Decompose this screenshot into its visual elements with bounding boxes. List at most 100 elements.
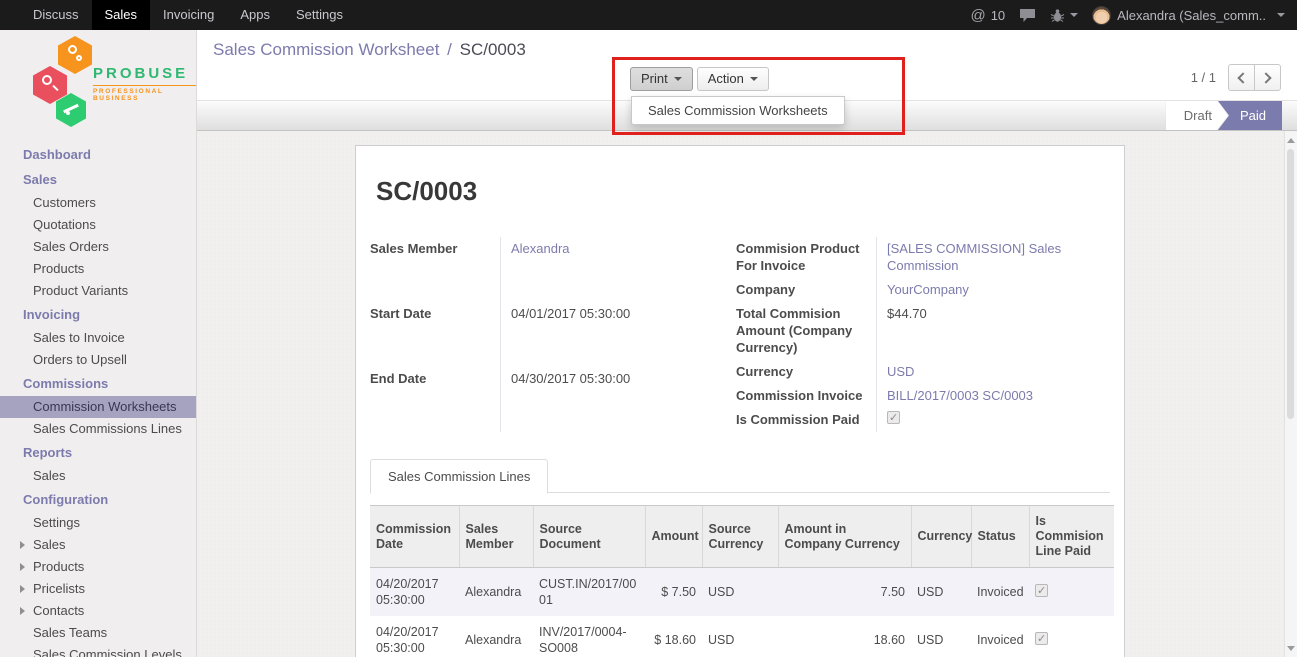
print-button[interactable]: Print bbox=[630, 67, 693, 91]
pager-previous-button[interactable] bbox=[1228, 64, 1255, 91]
sidebar-item-commission-worksheets[interactable]: Commission Worksheets bbox=[0, 396, 196, 418]
sidebar-section-reports[interactable]: Reports bbox=[0, 440, 196, 465]
nav-discuss[interactable]: Discuss bbox=[20, 0, 92, 30]
company-link[interactable]: YourCompany bbox=[876, 278, 1110, 302]
field-label: Sales Member bbox=[370, 237, 500, 302]
currency-link[interactable]: USD bbox=[876, 360, 1110, 384]
scroll-down-button[interactable] bbox=[1285, 641, 1297, 655]
sidebar-item-sales-commission-levels[interactable]: Sales Commission Levels bbox=[0, 644, 196, 657]
field-end-date: End Date 04/30/2017 05:30:00 bbox=[370, 367, 728, 432]
sidebar-item-product-variants[interactable]: Product Variants bbox=[0, 280, 196, 302]
cell-amount-company-currency: 7.50 bbox=[778, 568, 911, 617]
sidebar-item-config-pricelists[interactable]: Pricelists bbox=[0, 578, 196, 600]
user-menu[interactable]: Alexandra (Sales_comm.. bbox=[1092, 6, 1285, 25]
cell-sales-member: Alexandra bbox=[459, 616, 533, 657]
sidebar-item-label: Contacts bbox=[33, 603, 84, 618]
logo-title: PROBUSE bbox=[93, 65, 188, 82]
field-sales-member: Sales Member Alexandra bbox=[370, 237, 728, 302]
nav-apps[interactable]: Apps bbox=[227, 0, 283, 30]
scrollbar-thumb[interactable] bbox=[1287, 149, 1294, 419]
breadcrumb-parent-link[interactable]: Sales Commission Worksheet bbox=[213, 40, 439, 59]
field-start-date: Start Date 04/01/2017 05:30:00 bbox=[370, 302, 728, 367]
is-commission-paid-checkbox[interactable] bbox=[887, 411, 900, 424]
breadcrumb-separator: / bbox=[444, 40, 455, 59]
scrollbar[interactable] bbox=[1284, 131, 1297, 657]
sidebar-section-configuration[interactable]: Configuration bbox=[0, 487, 196, 512]
field-label: End Date bbox=[370, 367, 500, 432]
sidebar-item-config-contacts[interactable]: Contacts bbox=[0, 600, 196, 622]
bug-icon bbox=[1050, 8, 1065, 23]
field-label: Commission Invoice bbox=[736, 384, 876, 408]
total-commission-amount-value: $44.70 bbox=[876, 302, 1110, 360]
commission-product-link[interactable]: [SALES COMMISSION] Sales Commission bbox=[876, 237, 1110, 278]
expand-caret-icon bbox=[20, 607, 25, 615]
line-paid-checkbox[interactable] bbox=[1035, 584, 1048, 597]
sidebar-item-sales-orders[interactable]: Sales Orders bbox=[0, 236, 196, 258]
action-button-label: Action bbox=[708, 71, 744, 86]
sidebar-item-dashboard[interactable]: Dashboard bbox=[0, 142, 196, 167]
sidebar-section-sales[interactable]: Sales bbox=[0, 167, 196, 192]
sidebar-item-sales-commissions-lines[interactable]: Sales Commissions Lines bbox=[0, 418, 196, 440]
start-date-value: 04/01/2017 05:30:00 bbox=[500, 302, 728, 367]
col-is-commission-line-paid: Is Commision Line Paid bbox=[1029, 506, 1114, 568]
action-button[interactable]: Action bbox=[697, 67, 769, 91]
field-group-right: Commision Product For Invoice [SALES COM… bbox=[736, 237, 1110, 432]
print-button-label: Print bbox=[641, 71, 668, 86]
cell-source-document: INV/2017/0004-SO008 bbox=[533, 616, 645, 657]
probuse-logo: PROBUSE PROFESSIONAL BUSINESS bbox=[0, 30, 196, 128]
table-row[interactable]: 04/20/2017 05:30:00 Alexandra CUST.IN/20… bbox=[370, 568, 1114, 617]
field-area: Sales Member Alexandra Start Date 04/01/… bbox=[370, 237, 1110, 432]
field-label: Currency bbox=[736, 360, 876, 384]
field-label: Total Commision Amount (Company Currency… bbox=[736, 302, 876, 360]
field-label: Is Commission Paid bbox=[736, 408, 876, 432]
sidebar-item-orders-to-upsell[interactable]: Orders to Upsell bbox=[0, 349, 196, 371]
cell-commission-date: 04/20/2017 05:30:00 bbox=[370, 568, 459, 617]
messages-button[interactable] bbox=[1019, 8, 1036, 23]
end-date-value: 04/30/2017 05:30:00 bbox=[500, 367, 728, 432]
sidebar-item-label: Pricelists bbox=[33, 581, 85, 596]
tab-sales-commission-lines[interactable]: Sales Commission Lines bbox=[370, 459, 548, 494]
sidebar-item-quotations[interactable]: Quotations bbox=[0, 214, 196, 236]
user-avatar bbox=[1092, 6, 1111, 25]
sidebar-section-commissions[interactable]: Commissions bbox=[0, 371, 196, 396]
pager-next-button[interactable] bbox=[1254, 64, 1281, 91]
sidebar-item-config-sales[interactable]: Sales bbox=[0, 534, 196, 556]
cell-amount-company-currency: 18.60 bbox=[778, 616, 911, 657]
table-row[interactable]: 04/20/2017 05:30:00 Alexandra INV/2017/0… bbox=[370, 616, 1114, 657]
sidebar-item-config-products[interactable]: Products bbox=[0, 556, 196, 578]
commission-invoice-link[interactable]: BILL/2017/0003 SC/0003 bbox=[876, 384, 1110, 408]
debug-menu-button[interactable] bbox=[1050, 8, 1078, 23]
user-name: Alexandra (Sales_comm.. bbox=[1117, 8, 1266, 23]
pager: 1 / 1 bbox=[1191, 64, 1281, 91]
nav-sales[interactable]: Sales bbox=[92, 0, 151, 30]
col-source-currency: Source Currency bbox=[702, 506, 778, 568]
field-commission-product: Commision Product For Invoice [SALES COM… bbox=[736, 237, 1110, 278]
nav-settings[interactable]: Settings bbox=[283, 0, 356, 30]
pager-buttons bbox=[1228, 64, 1281, 91]
print-menu-item-worksheets[interactable]: Sales Commission Worksheets bbox=[632, 97, 844, 124]
sidebar-item-customers[interactable]: Customers bbox=[0, 192, 196, 214]
logo-subtitle: PROFESSIONAL BUSINESS bbox=[93, 85, 196, 102]
action-caret-icon bbox=[750, 77, 758, 81]
field-label: Company bbox=[736, 278, 876, 302]
sales-member-link[interactable]: Alexandra bbox=[500, 237, 728, 302]
mentions-counter[interactable]: @ 10 bbox=[970, 7, 1005, 24]
sidebar-section-invoicing[interactable]: Invoicing bbox=[0, 302, 196, 327]
line-paid-checkbox[interactable] bbox=[1035, 632, 1048, 645]
expand-caret-icon bbox=[20, 585, 25, 593]
nav-invoicing[interactable]: Invoicing bbox=[150, 0, 227, 30]
cell-source-document: CUST.IN/2017/0001 bbox=[533, 568, 645, 617]
top-navbar: Discuss Sales Invoicing Apps Settings @ … bbox=[0, 0, 1297, 30]
sidebar-item-reports-sales[interactable]: Sales bbox=[0, 465, 196, 487]
table-header-row: Commission Date Sales Member Source Docu… bbox=[370, 506, 1114, 568]
scroll-up-button[interactable] bbox=[1285, 133, 1297, 147]
status-draft[interactable]: Draft bbox=[1166, 101, 1228, 130]
tab-row: Sales Commission Lines bbox=[370, 458, 1110, 493]
sidebar-item-sales-teams[interactable]: Sales Teams bbox=[0, 622, 196, 644]
field-currency: Currency USD bbox=[736, 360, 1110, 384]
col-status: Status bbox=[971, 506, 1029, 568]
user-menu-caret-icon bbox=[1277, 13, 1285, 17]
sidebar-item-products[interactable]: Products bbox=[0, 258, 196, 280]
sidebar-item-settings[interactable]: Settings bbox=[0, 512, 196, 534]
sidebar-item-sales-to-invoice[interactable]: Sales to Invoice bbox=[0, 327, 196, 349]
